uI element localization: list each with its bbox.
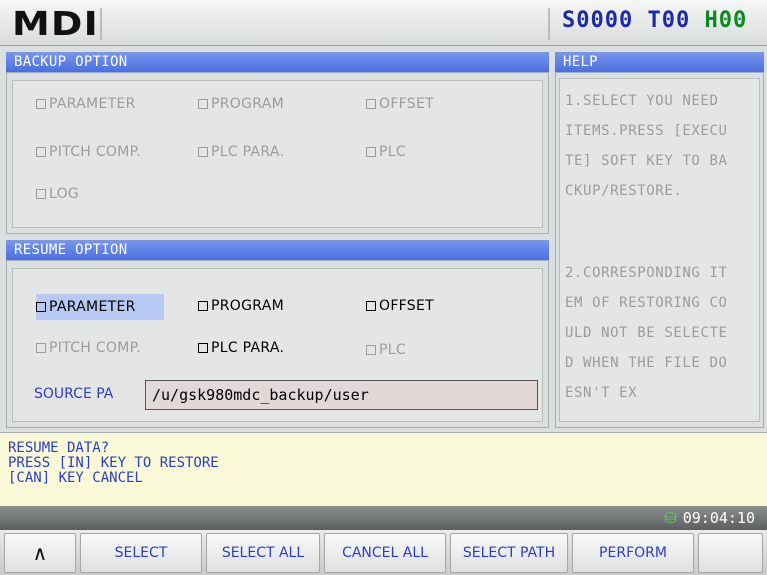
softkey-select-all-button[interactable]: SELECT ALL — [206, 533, 320, 573]
backup-program-checkbox: PROGRAM — [198, 96, 284, 112]
resume-parameter-checkbox[interactable]: PARAMETER — [36, 294, 164, 320]
source-path-label: SOURCE PA — [34, 386, 114, 402]
message-area: RESUME DATA? PRESS [IN] KEY TO RESTORE [… — [0, 432, 767, 506]
checkbox-icon — [198, 147, 208, 157]
checkbox-icon — [198, 343, 208, 353]
backup-pitch-comp-checkbox: PITCH COMP. — [36, 144, 141, 160]
tool-offset-h: H00 — [704, 8, 748, 33]
softkey-select-button[interactable]: SELECT — [80, 533, 202, 573]
checkbox-icon — [36, 99, 46, 109]
backup-plc-para-checkbox: PLC PARA. — [198, 144, 284, 160]
checkbox-icon — [36, 302, 46, 312]
backup-offset-checkbox: OFFSET — [366, 96, 434, 112]
softkey-blank-button[interactable] — [698, 533, 763, 573]
backup-plc-checkbox: PLC — [366, 144, 406, 160]
backup-option-title: BACKUP OPTION — [6, 52, 549, 72]
mode-indicator: MDI — [12, 4, 99, 43]
help-text-2: 2.CORRESPONDING IT EM OF RESTORING CO UL… — [565, 265, 728, 401]
clock: ⛁ 09:04:10 — [664, 509, 755, 527]
backup-log-checkbox: LOG — [36, 186, 79, 202]
message-line-1: RESUME DATA? — [8, 440, 110, 456]
softkey-up-button[interactable]: ∧ — [4, 533, 76, 573]
resume-pitch-comp-checkbox: PITCH COMP. — [36, 340, 141, 356]
checkbox-icon — [36, 343, 46, 353]
spindle-tool-status: S0000 T00 H00 — [562, 8, 747, 33]
message-line-3: [CAN] KEY CANCEL — [8, 470, 143, 486]
help-title: HELP — [555, 52, 764, 72]
resume-plc-para-checkbox[interactable]: PLC PARA. — [198, 340, 284, 356]
header-bar: MDI S0000 T00 H00 — [0, 0, 767, 46]
cnc-screen: MDI S0000 T00 H00 BACKUP OPTION PARAMETE… — [0, 0, 767, 575]
header-divider — [100, 8, 102, 40]
checkbox-icon — [198, 99, 208, 109]
help-text-1: 1.SELECT YOU NEED ITEMS.PRESS [EXECU TE]… — [565, 93, 728, 199]
checkbox-icon — [36, 189, 46, 199]
resume-option-title: RESUME OPTION — [6, 240, 549, 260]
checkbox-icon — [366, 301, 376, 311]
checkbox-icon — [366, 345, 376, 355]
tool-number: T00 — [647, 8, 691, 33]
resume-offset-checkbox[interactable]: OFFSET — [366, 298, 434, 314]
status-clock-bar: ⛁ 09:04:10 — [0, 506, 767, 530]
softkey-select-path-button[interactable]: SELECT PATH — [450, 533, 568, 573]
resume-plc-checkbox: PLC — [366, 342, 406, 358]
checkbox-icon — [366, 99, 376, 109]
softkey-cancel-all-button[interactable]: CANCEL ALL — [324, 533, 446, 573]
softkey-perform-button[interactable]: PERFORM — [572, 533, 694, 573]
softkey-bar: ∧ SELECT SELECT ALL CANCEL ALL SELECT PA… — [0, 530, 767, 575]
clock-time: 09:04:10 — [682, 509, 755, 527]
checkbox-icon — [36, 147, 46, 157]
resume-program-checkbox[interactable]: PROGRAM — [198, 298, 284, 314]
disk-icon: ⛁ — [664, 509, 677, 527]
spindle-speed: S0000 — [562, 8, 634, 33]
checkbox-icon — [198, 301, 208, 311]
checkbox-icon — [366, 147, 376, 157]
header-divider — [548, 8, 550, 40]
backup-parameter-checkbox: PARAMETER — [36, 96, 136, 112]
message-line-2: PRESS [IN] KEY TO RESTORE — [8, 455, 219, 471]
source-path-input[interactable]: /u/gsk980mdc_backup/user — [145, 380, 538, 410]
